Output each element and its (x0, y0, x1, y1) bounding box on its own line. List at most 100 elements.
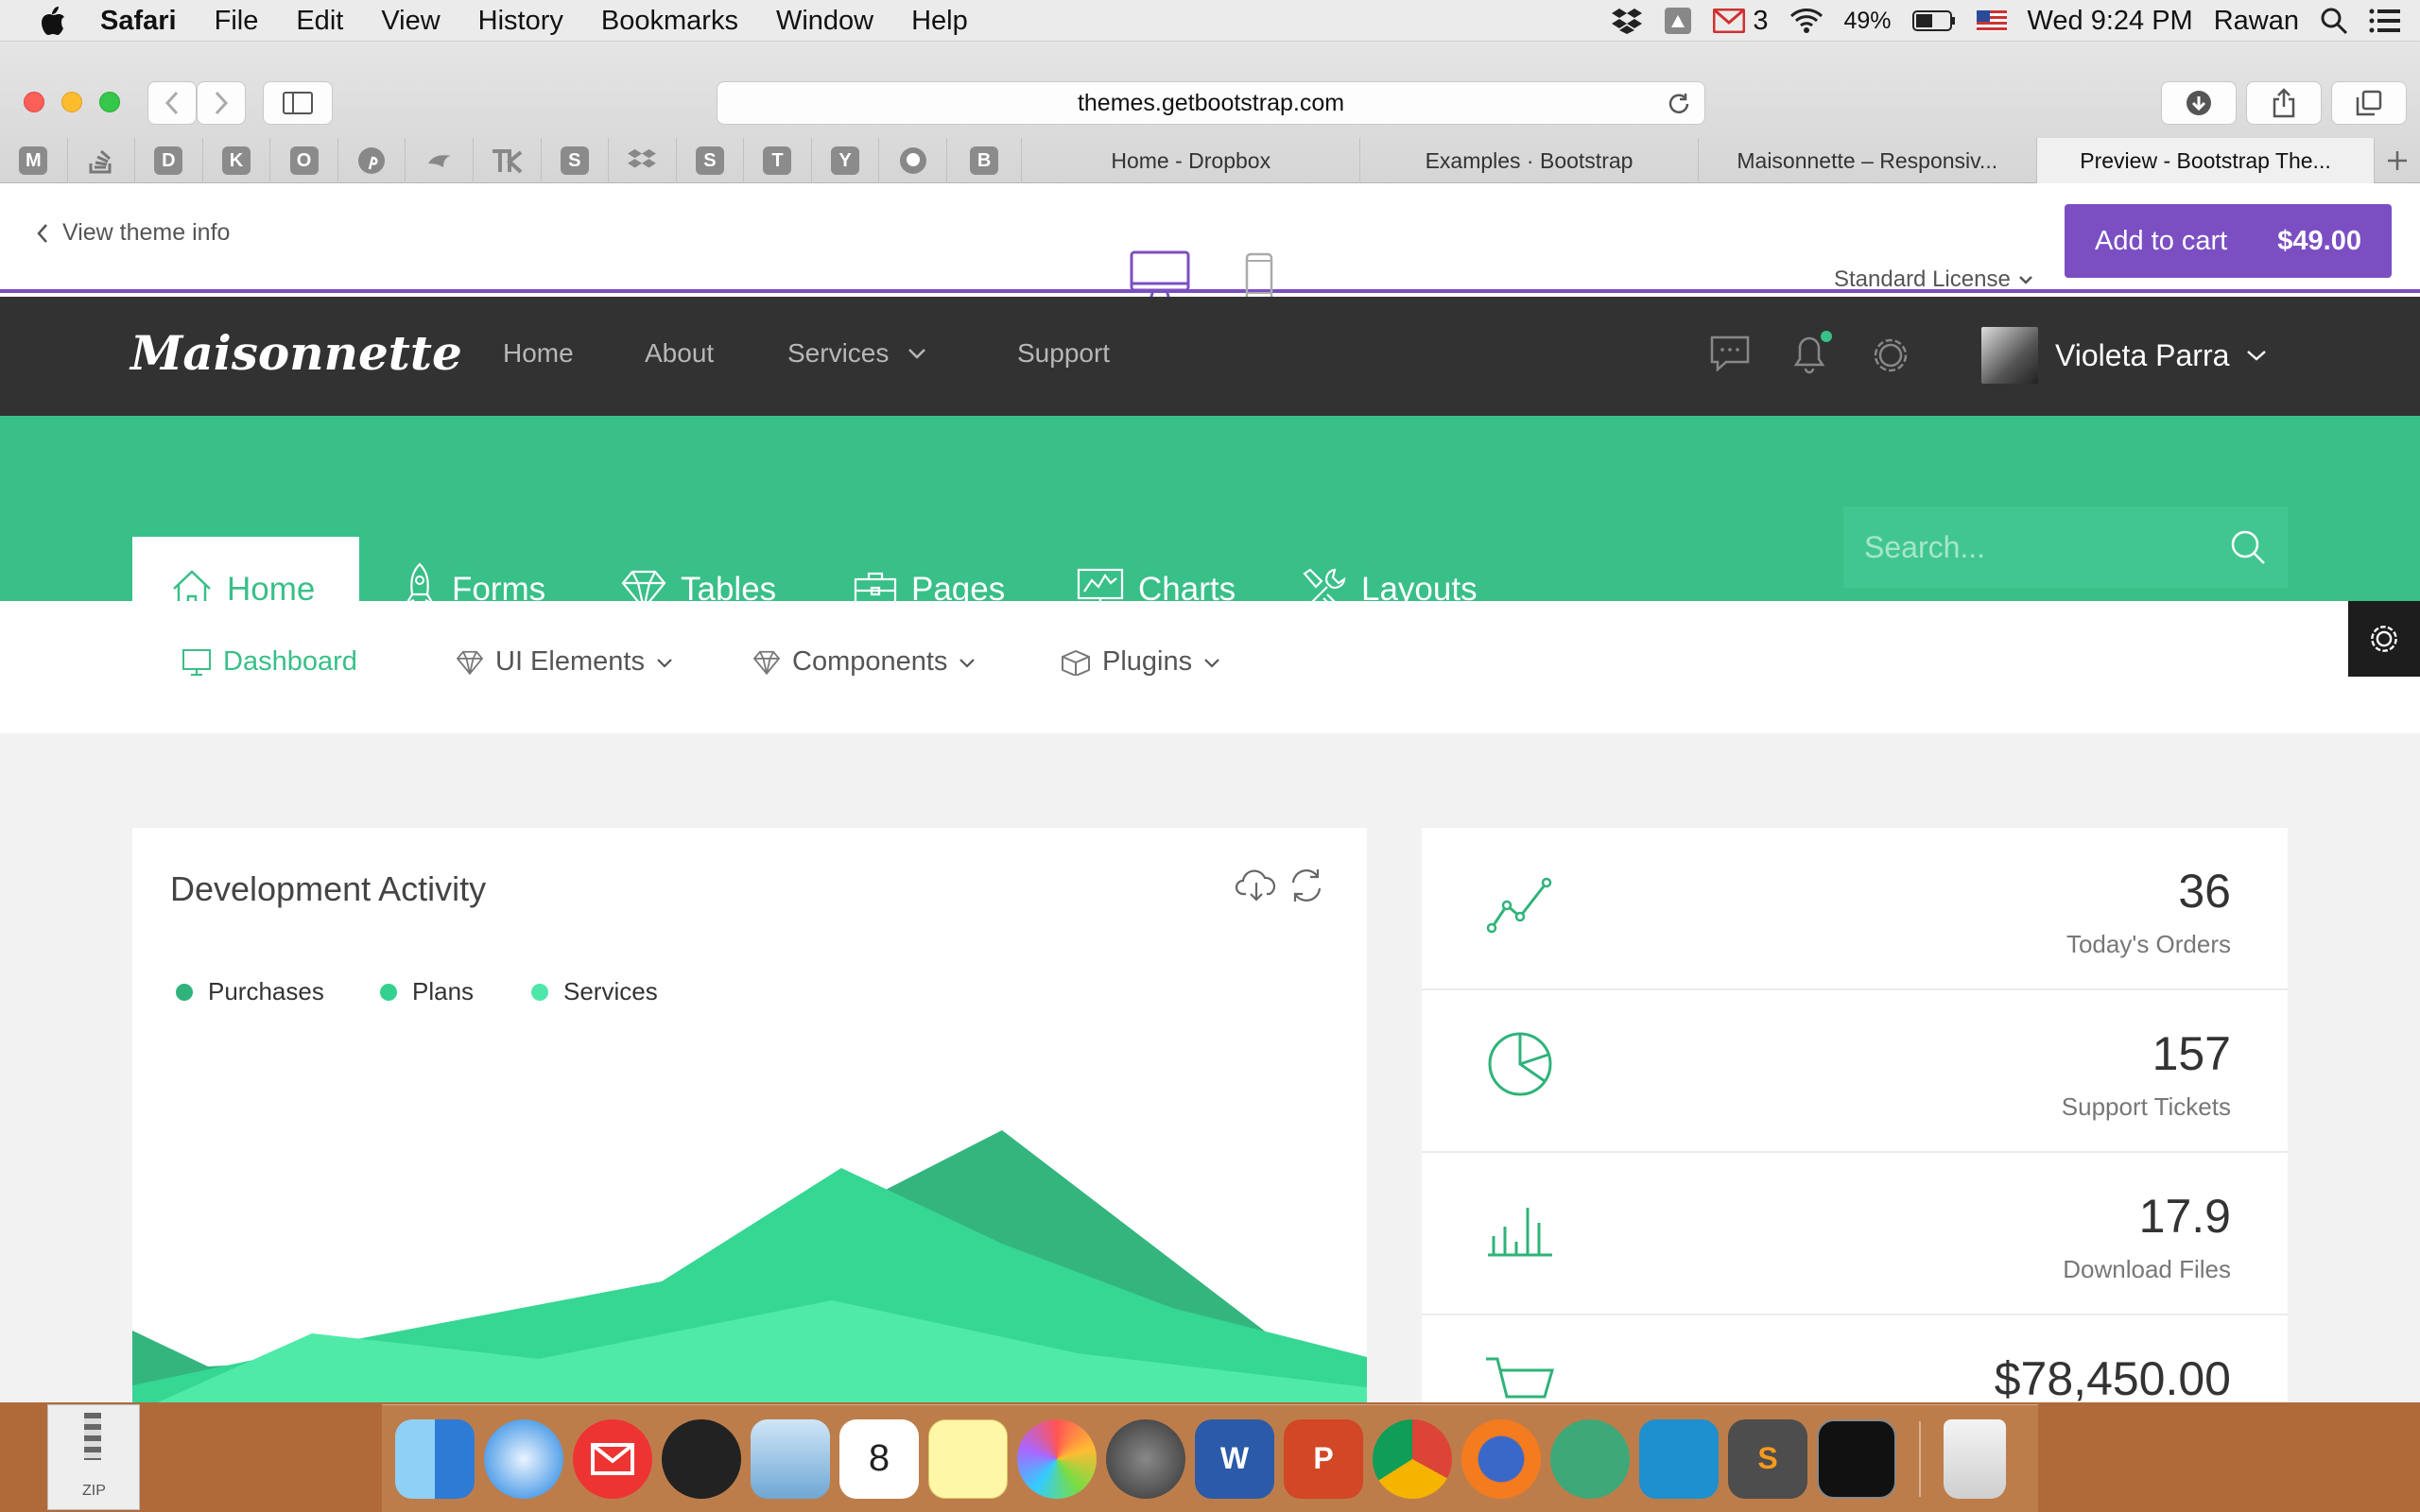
dropbox-status-icon[interactable] (1611, 7, 1643, 35)
bookmark-d[interactable]: D (135, 138, 203, 183)
atom-icon[interactable] (1550, 1418, 1630, 1499)
theme-settings-toggle[interactable] (2348, 601, 2420, 677)
bookmark-y[interactable]: Y (812, 138, 880, 183)
subnav-components[interactable]: Components (752, 646, 976, 678)
system-preferences-icon[interactable] (1106, 1418, 1185, 1499)
chrome-icon[interactable] (1373, 1418, 1452, 1499)
search-placeholder: Search... (1864, 529, 1986, 564)
development-activity-card: Development Activity Purchases Plans Ser… (132, 828, 1367, 1402)
zoom-window-button[interactable] (99, 92, 120, 112)
add-to-cart-button[interactable]: Add to cart $49.00 (2065, 204, 2392, 278)
diamond-icon (456, 650, 484, 675)
bookmark-tk[interactable] (474, 138, 542, 183)
downloads-button[interactable] (2161, 81, 2237, 125)
nav-about[interactable]: About (645, 338, 714, 369)
clock[interactable]: Wed 9:24 PM (2028, 6, 2193, 37)
tab-maisonnette[interactable]: Maisonnette – Responsiv... (1699, 138, 2037, 183)
bookmark-github[interactable] (879, 138, 947, 183)
stat-downloads: 17.9 Download Files (1422, 1153, 2288, 1315)
search-input[interactable]: Search... (1843, 507, 2288, 588)
notes-icon[interactable] (928, 1418, 1008, 1499)
menu-app-name[interactable]: Safari (81, 0, 196, 42)
bookmark-dropbox[interactable] (609, 138, 677, 183)
bookmark-bird[interactable] (406, 138, 474, 183)
tab-preview-bootstrap[interactable]: Preview - Bootstrap The... (2036, 138, 2376, 183)
bookmark-s1[interactable]: S (542, 138, 610, 183)
nav-services[interactable]: Services (787, 338, 926, 369)
stat-orders: 36 Today's Orders (1422, 828, 2288, 990)
dashboard-app-icon[interactable] (662, 1418, 741, 1499)
mail-count: 3 (1753, 5, 1769, 36)
word-icon[interactable]: W (1195, 1418, 1274, 1499)
share-button[interactable] (2246, 81, 2322, 125)
flag-icon[interactable] (1976, 10, 2007, 31)
drive-status-icon[interactable] (1664, 7, 1692, 35)
bookmark-k[interactable]: K (203, 138, 271, 183)
subnav-dashboard[interactable]: Dashboard (182, 646, 357, 678)
menu-help[interactable]: Help (892, 0, 987, 42)
notifications-icon[interactable] (1789, 329, 1834, 376)
mail-stamp-icon[interactable] (751, 1418, 830, 1499)
nav-support[interactable]: Support (1017, 338, 1110, 369)
notification-center-icon[interactable] (2369, 9, 2401, 33)
zip-file-icon[interactable]: ZIP (47, 1404, 140, 1510)
subnav-plugins[interactable]: Plugins (1061, 646, 1220, 678)
sublime-text-icon[interactable]: S (1728, 1418, 1807, 1499)
terminal-icon[interactable] (1817, 1418, 1896, 1499)
battery-icon[interactable] (1911, 9, 1956, 32)
nav-home[interactable]: Home (503, 338, 574, 369)
bookmark-b[interactable]: B (947, 138, 1023, 183)
chevron-left-icon (37, 223, 47, 243)
menu-edit[interactable]: Edit (277, 0, 362, 42)
minimize-window-button[interactable] (61, 92, 82, 112)
pinterest-icon (358, 147, 386, 174)
wifi-icon[interactable] (1789, 8, 1824, 34)
menu-history[interactable]: History (459, 0, 582, 42)
tab-examples-bootstrap[interactable]: Examples · Bootstrap (1360, 138, 1699, 183)
bookmark-m[interactable]: M (0, 138, 68, 183)
sidebar-toggle-button[interactable] (263, 81, 333, 125)
bookmark-pinterest[interactable] (338, 138, 406, 183)
view-theme-label: View theme info (62, 219, 231, 246)
tabs-overview-button[interactable] (2331, 81, 2407, 125)
bookmark-t[interactable]: T (744, 138, 812, 183)
subnav-ui-elements[interactable]: UI Elements (456, 646, 673, 678)
menu-view[interactable]: View (362, 0, 458, 42)
forward-button[interactable] (197, 81, 246, 125)
chevron-left-icon (164, 91, 179, 115)
powerpoint-icon[interactable]: P (1284, 1418, 1363, 1499)
messages-icon[interactable] (1709, 335, 1751, 372)
trash-icon[interactable] (1944, 1418, 2006, 1499)
close-window-button[interactable] (24, 92, 44, 112)
address-bar[interactable]: themes.getbootstrap.com (717, 81, 1705, 125)
calendar-icon[interactable]: 8 (839, 1418, 919, 1499)
view-theme-info-link[interactable]: View theme info (36, 219, 230, 247)
tab-dropbox[interactable]: Home - Dropbox (1022, 138, 1361, 183)
finder-icon[interactable] (395, 1418, 475, 1499)
menu-file[interactable]: File (196, 0, 278, 42)
apple-menu-icon[interactable] (25, 0, 81, 42)
brand-logo[interactable]: Maisonnette (130, 325, 462, 381)
bookmark-stack[interactable] (68, 138, 136, 183)
user-menu[interactable]: Violeta Parra (1981, 327, 2267, 384)
airmail-icon[interactable] (573, 1418, 652, 1499)
brackets-icon[interactable] (1639, 1418, 1719, 1499)
license-dropdown[interactable]: Standard License (1834, 266, 2033, 293)
monitor-icon (182, 648, 211, 676)
user-name[interactable]: Rawan (2214, 6, 2299, 37)
new-tab-button[interactable] (2375, 138, 2420, 183)
safari-icon[interactable] (484, 1418, 563, 1499)
settings-gear-icon[interactable] (1868, 333, 1913, 378)
mail-status[interactable]: 3 (1713, 5, 1769, 37)
bookmark-o[interactable]: O (270, 138, 338, 183)
firefox-icon[interactable] (1461, 1418, 1541, 1499)
menu-bookmarks[interactable]: Bookmarks (582, 0, 757, 42)
stackoverflow-icon (89, 149, 112, 174)
photos-icon[interactable] (1017, 1418, 1097, 1499)
spotlight-icon[interactable] (2320, 7, 2348, 35)
back-button[interactable] (147, 81, 197, 125)
subnav-components-label: Components (792, 646, 948, 677)
menu-window[interactable]: Window (757, 0, 892, 42)
chevron-down-icon (2018, 276, 2032, 284)
bookmark-s2[interactable]: S (677, 138, 745, 183)
